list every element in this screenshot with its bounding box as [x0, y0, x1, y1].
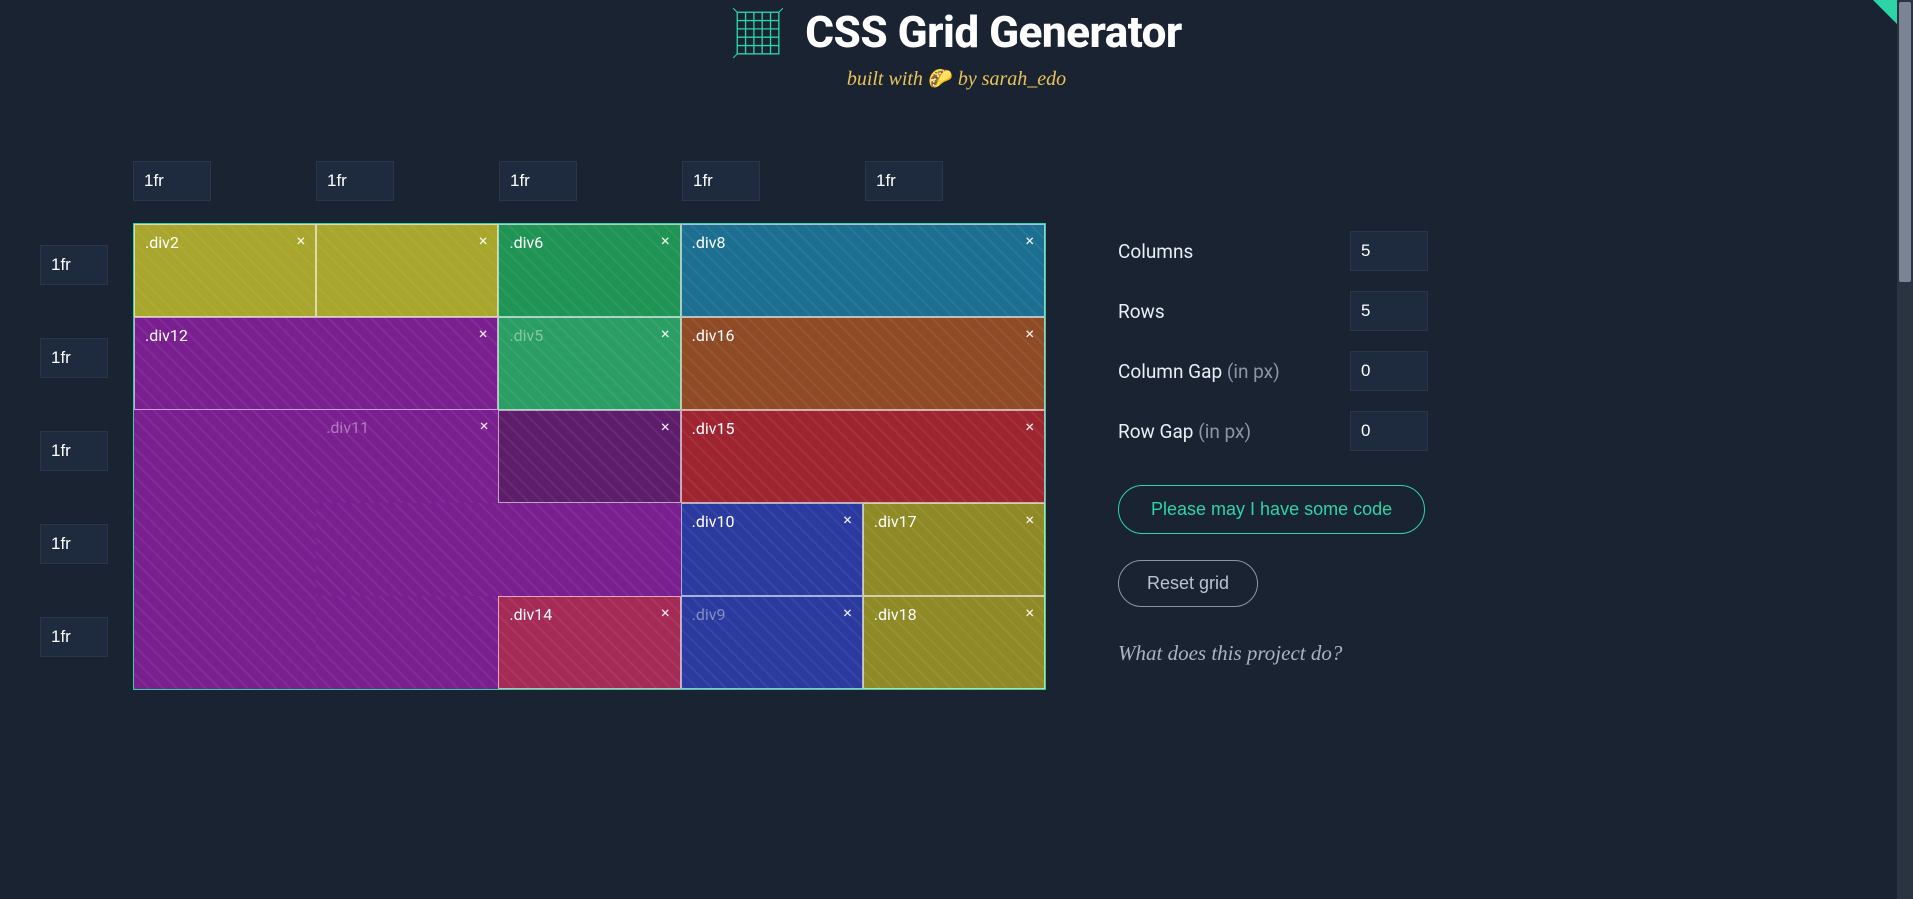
author-link[interactable]: sarah_edo — [982, 68, 1066, 90]
scrollbar-track[interactable] — [1897, 0, 1913, 899]
row-unit-input-2[interactable] — [40, 431, 108, 471]
close-icon[interactable]: × — [479, 324, 488, 343]
row-unit-input-3[interactable] — [40, 524, 108, 564]
placed-label: .div8 — [692, 233, 726, 252]
column-unit-input-4[interactable] — [865, 161, 943, 201]
placed-item[interactable]: × — [316, 224, 498, 317]
placed-item[interactable]: .div2 × — [134, 224, 316, 317]
columns-label: Columns — [1118, 240, 1193, 263]
page-title: CSS Grid Generator — [805, 6, 1182, 58]
column-unit-input-3[interactable] — [682, 161, 760, 201]
placed-item[interactable]: .div16 × — [681, 317, 1045, 410]
placed-item[interactable]: .div15 × — [681, 410, 1045, 503]
placed-label: .div16 — [692, 326, 735, 345]
placed-item[interactable]: .div12 × — [134, 317, 498, 410]
placed-label: .div2 — [145, 233, 179, 252]
close-icon[interactable]: × — [661, 231, 670, 250]
placed-item[interactable]: .div17 × — [863, 503, 1045, 596]
close-icon[interactable]: × — [661, 324, 670, 343]
generate-code-button[interactable]: Please may I have some code — [1118, 485, 1425, 534]
row-unit-input-0[interactable] — [40, 245, 108, 285]
close-icon[interactable]: × — [843, 603, 852, 622]
placed-item[interactable] — [316, 503, 680, 596]
close-icon[interactable]: × — [479, 231, 488, 250]
info-link[interactable]: What does this project do? — [1118, 641, 1428, 666]
placed-item[interactable]: .div8 × — [681, 224, 1045, 317]
subtitle: built with 🌮 by sarah_edo — [0, 66, 1913, 91]
rows-label: Rows — [1118, 300, 1165, 323]
placed-label: .div17 — [874, 512, 917, 531]
close-icon[interactable]: × — [480, 416, 489, 435]
column-gap-input[interactable] — [1350, 351, 1428, 391]
column-unit-input-2[interactable] — [499, 161, 577, 201]
row-unit-input-1[interactable] — [40, 338, 108, 378]
placed-label: .div9 — [692, 605, 726, 624]
taco-icon: 🌮 — [928, 68, 953, 90]
close-icon[interactable]: × — [1025, 603, 1034, 622]
column-unit-input-0[interactable] — [133, 161, 211, 201]
row-gap-label: Row Gap (in px) — [1118, 420, 1251, 443]
close-icon[interactable]: × — [1025, 324, 1034, 343]
placed-item[interactable]: .div6 × — [498, 224, 680, 317]
placed-label: .div5 — [509, 326, 543, 345]
close-icon[interactable]: × — [297, 231, 306, 250]
close-icon[interactable]: × — [1025, 417, 1034, 436]
placed-item[interactable]: .div11 × — [316, 410, 498, 503]
grid-logo-icon — [731, 6, 783, 58]
placed-item[interactable] — [316, 596, 498, 689]
columns-input[interactable] — [1350, 231, 1428, 271]
placed-label: .div15 — [692, 419, 735, 438]
column-gap-label: Column Gap (in px) — [1118, 360, 1280, 383]
placed-item[interactable]: .div5 × — [498, 317, 680, 410]
placed-item[interactable]: × — [498, 410, 680, 503]
row-unit-column — [40, 245, 108, 710]
controls-panel: Columns Rows Column Gap (in px) Row Gap … — [1118, 161, 1428, 690]
column-unit-row — [133, 161, 1048, 201]
placed-label: .div18 — [874, 605, 917, 624]
close-icon[interactable]: × — [1025, 510, 1034, 529]
grid-editor: .div2 × × .div6 × .div8 × .div12 × .div5 × .div16 ×.… — [40, 161, 1048, 690]
placed-label: .div14 — [509, 605, 552, 624]
row-gap-input[interactable] — [1350, 411, 1428, 451]
close-icon[interactable]: × — [843, 510, 852, 529]
close-icon[interactable]: × — [661, 417, 670, 436]
scrollbar-thumb[interactable] — [1899, 2, 1911, 282]
placed-item[interactable] — [134, 410, 316, 689]
placed-label: .div6 — [509, 233, 543, 252]
placed-item[interactable]: .div10 × — [681, 503, 863, 596]
placed-label: .div11 — [326, 418, 369, 437]
placed-item[interactable]: .div18 × — [863, 596, 1045, 689]
rows-input[interactable] — [1350, 291, 1428, 331]
placed-item[interactable]: .div9 × — [681, 596, 863, 689]
placed-label: .div10 — [692, 512, 735, 531]
placed-item[interactable]: .div14 × — [498, 596, 680, 689]
row-unit-input-4[interactable] — [40, 617, 108, 657]
close-icon[interactable]: × — [1025, 231, 1034, 250]
close-icon[interactable]: × — [661, 603, 670, 622]
column-unit-input-1[interactable] — [316, 161, 394, 201]
grid-canvas[interactable]: .div2 × × .div6 × .div8 × .div12 × .div5 × .div16 ×.… — [133, 223, 1046, 690]
reset-grid-button[interactable]: Reset grid — [1118, 560, 1258, 607]
placed-label: .div12 — [145, 326, 188, 345]
